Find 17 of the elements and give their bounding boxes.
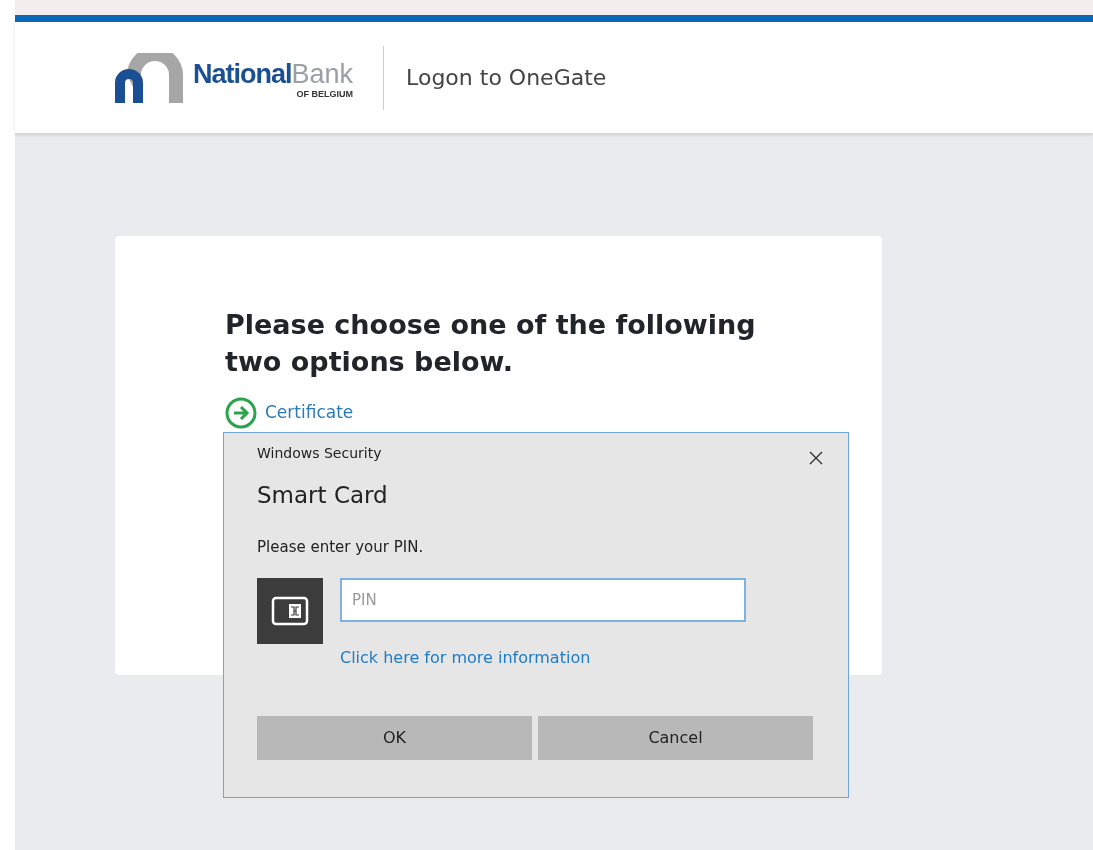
card-heading: Please choose one of the following two options below. [225,308,757,380]
dialog-button[interactable]: Cancel [538,716,813,760]
logo-icon [113,52,185,103]
dialog-window-title: Windows Security [257,444,383,463]
option-link[interactable]: Certificate [265,399,354,426]
arrow-circle-icon [225,396,257,429]
logo-text: National [193,58,292,89]
smart-card-icon [257,578,323,644]
logo-tagline: OF BELGIUM [295,88,354,101]
dialog-title: Smart Card [257,481,389,510]
close-icon [808,449,824,466]
dialog-button[interactable]: OK [257,716,532,760]
logo-text: Bank [291,58,354,89]
info-link[interactable]: Click here for more information [340,646,591,670]
pin-field[interactable]: PIN [340,578,746,622]
dialog-prompt: Please enter your PIN. [257,536,425,558]
page-title: Logon to OneGate [406,64,607,92]
